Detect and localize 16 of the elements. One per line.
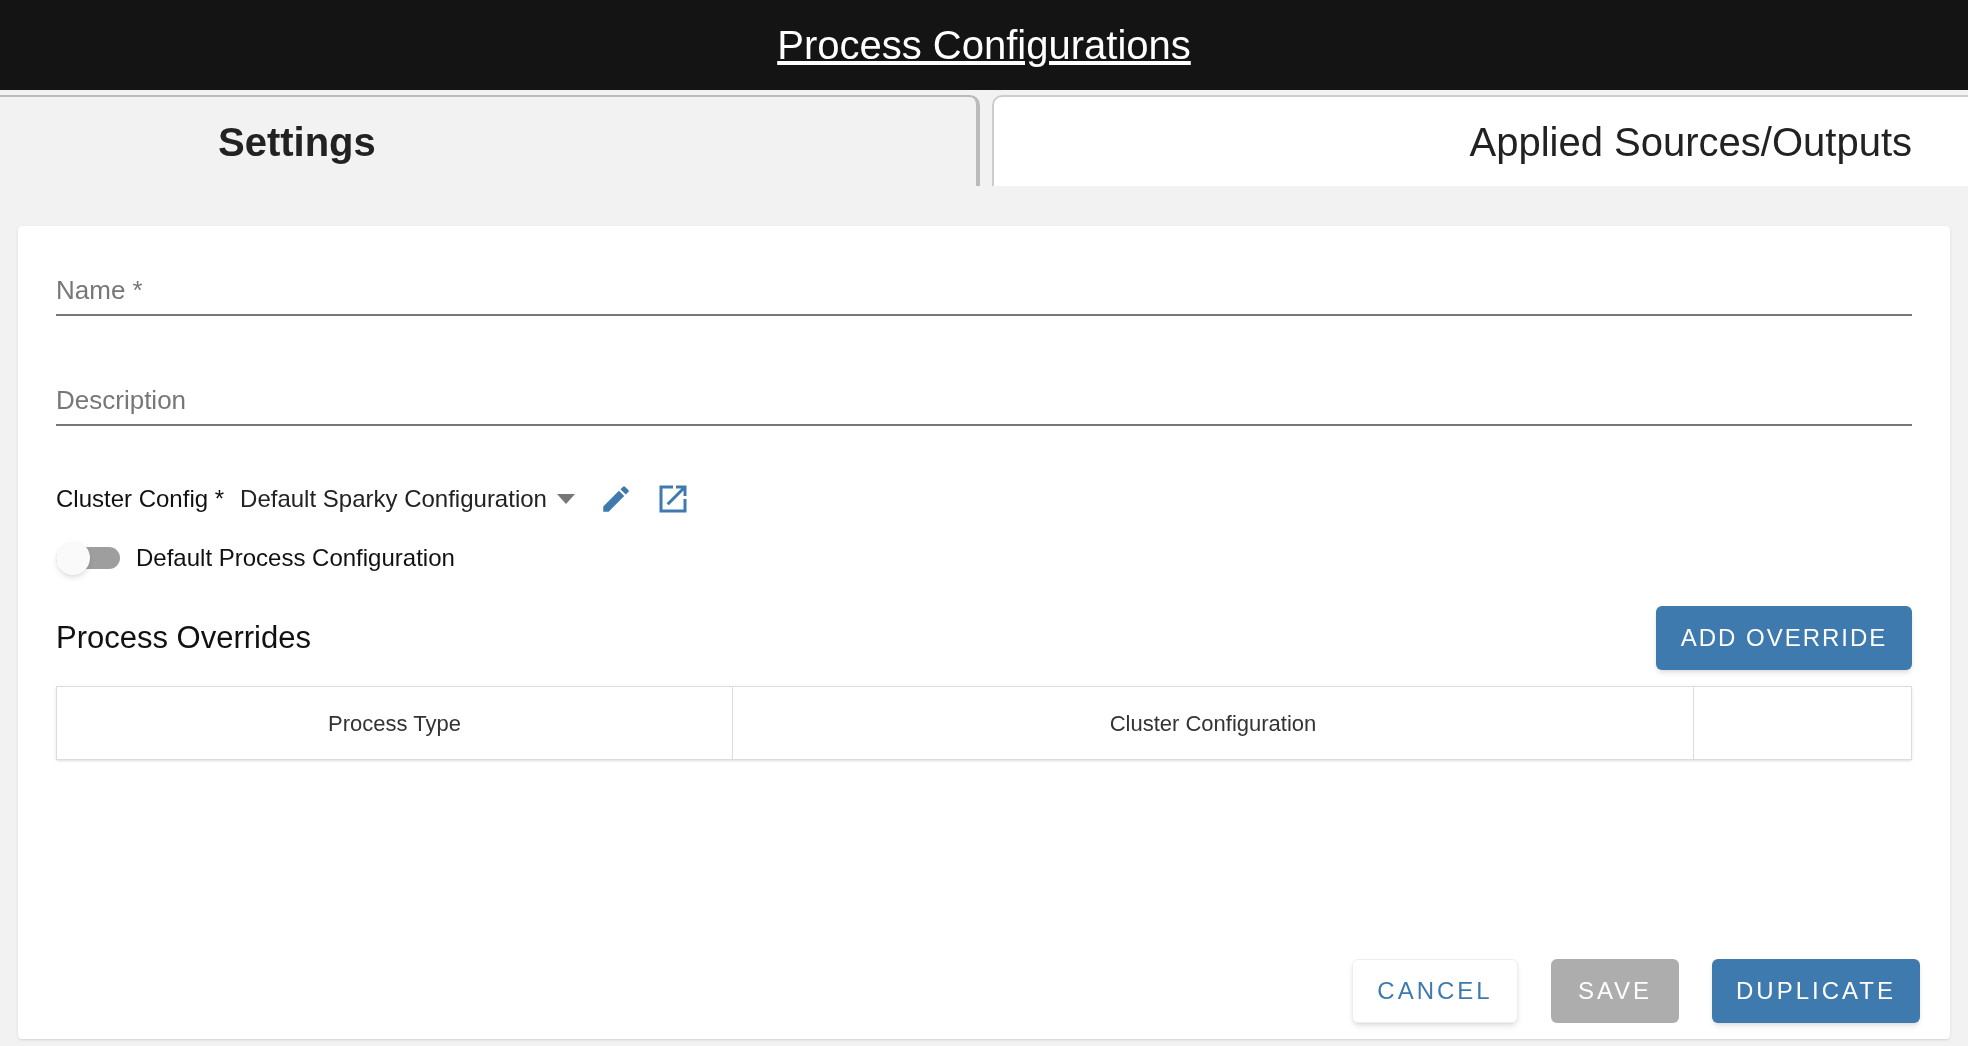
name-field[interactable]: Name * [56,266,1912,316]
column-header: Cluster Configuration [733,687,1694,759]
section-heading: Process Overrides [56,618,311,657]
add-override-button[interactable]: ADD OVERRIDE [1656,606,1912,670]
action-button[interactable]: CANCEL [1352,959,1518,1023]
action-button[interactable]: DUPLICATE [1712,959,1920,1023]
tab[interactable]: Settings [0,95,980,186]
cluster-config-label: Cluster Config * [56,484,225,514]
cluster-config-dropdown[interactable]: Default Sparky Configuration [240,481,575,517]
toggle-label: Default Process Configuration [136,543,455,573]
toggle-switch[interactable] [56,540,120,576]
caret-icon [556,494,575,504]
column-header: Process Type [57,687,733,759]
tab[interactable]: Applied Sources/Outputs [992,95,1968,186]
description-field[interactable]: Description [56,376,1912,426]
page-title[interactable]: Process Configurations [777,15,1191,75]
